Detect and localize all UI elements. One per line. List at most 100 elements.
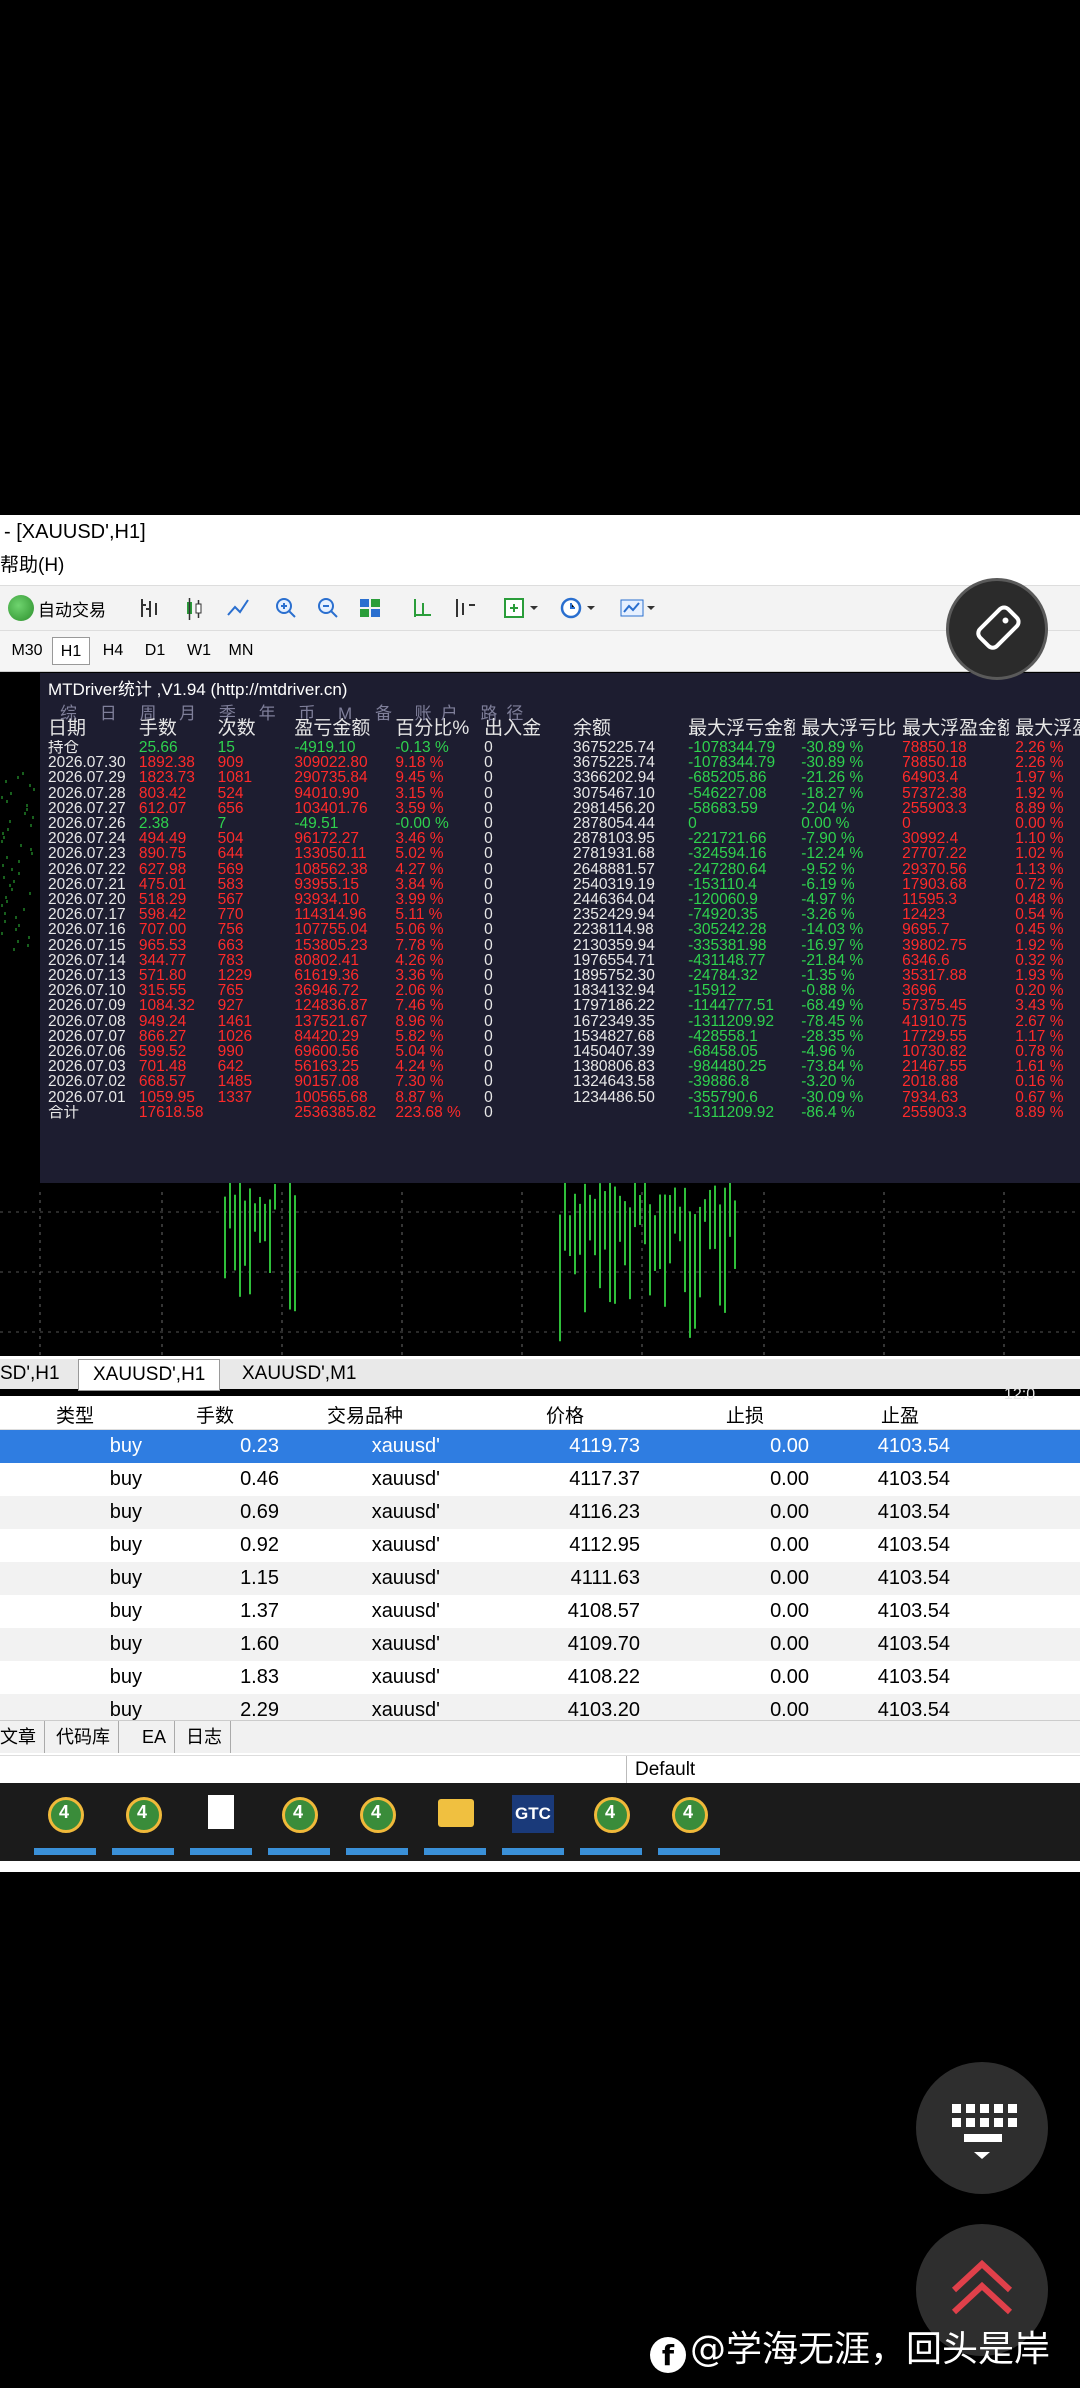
tf-button[interactable]: W1 bbox=[180, 637, 218, 665]
order-cell: buy bbox=[109, 1600, 142, 1622]
periods-icon[interactable] bbox=[556, 592, 602, 624]
taskbar-app-button[interactable]: GTC bbox=[502, 1791, 564, 1855]
terminal-tab[interactable]: EA bbox=[142, 1721, 176, 1753]
order-row[interactable]: buy 0.92 xauusd' 4112.95 0.00 4103.54 bbox=[0, 1529, 1080, 1562]
menu-help[interactable]: 帮助(H) bbox=[0, 551, 1080, 581]
chart-tab[interactable]: SD',H1 bbox=[0, 1359, 60, 1389]
stats-cell: 30992.4 bbox=[902, 831, 959, 847]
stats-header-cell[interactable]: 手数 bbox=[133, 718, 212, 740]
stats-header-cell[interactable]: 最大浮盈金额 bbox=[896, 718, 1009, 740]
terminal-tab[interactable]: 代码库 bbox=[56, 1721, 119, 1753]
chart-tab-active[interactable]: XAUUSD',H1 bbox=[78, 1359, 221, 1391]
terminal-tab[interactable]: 文章 bbox=[0, 1721, 45, 1753]
stats-row: 2026.07.15 965.53 663 153805.23 7.78 % 0 21303… bbox=[42, 938, 1080, 953]
stats-header-cell[interactable]: 最大浮亏金额 bbox=[682, 718, 795, 740]
tile-windows-icon[interactable] bbox=[354, 592, 386, 624]
order-cell: 4112.95 bbox=[569, 1534, 640, 1556]
stats-header-cell[interactable]: 最大浮盈比 bbox=[1009, 718, 1080, 740]
stats-header-cell[interactable]: 最大浮亏比 bbox=[795, 718, 896, 740]
stats-cell: -15912 bbox=[688, 983, 737, 999]
line-chart-icon[interactable] bbox=[222, 592, 254, 624]
taskbar-app-button[interactable]: 4 bbox=[34, 1791, 96, 1855]
chart-shift-icon[interactable] bbox=[406, 592, 438, 624]
stats-cell: 39802.75 bbox=[902, 937, 967, 953]
tf-button[interactable]: M30 bbox=[8, 637, 46, 665]
orders-header-cell[interactable]: 止盈 bbox=[810, 1399, 990, 1430]
tf-button[interactable]: D1 bbox=[136, 637, 174, 665]
order-row[interactable]: buy 0.23 xauusd' 4119.73 0.00 4103.54 bbox=[0, 1429, 1080, 1463]
stats-cell: 0 bbox=[484, 800, 493, 817]
orders-header-cell[interactable]: 手数 bbox=[150, 1399, 280, 1430]
stats-header-cell[interactable]: 日期 bbox=[42, 718, 133, 740]
stats-cell: 2026.07.21 bbox=[48, 876, 126, 893]
stats-cell: 2026.07.13 bbox=[48, 968, 126, 984]
orders-header-cell[interactable]: 交易品种 bbox=[280, 1399, 450, 1430]
taskbar-app-button[interactable] bbox=[190, 1791, 252, 1855]
auto-trade-button[interactable]: 自动交易 bbox=[2, 592, 112, 624]
order-row[interactable]: buy 0.46 xauusd' 4117.37 0.00 4103.54 bbox=[0, 1463, 1080, 1496]
order-cell: 4103.54 bbox=[877, 1600, 950, 1622]
stats-cell: 5.06 % bbox=[395, 922, 444, 938]
order-row[interactable]: buy 1.83 xauusd' 4108.22 0.00 4103.54 bbox=[0, 1661, 1080, 1694]
taskbar-app-button[interactable]: 4 bbox=[112, 1791, 174, 1855]
taskbar-app-button[interactable]: 4 bbox=[580, 1791, 642, 1855]
tf-button-selected[interactable]: H1 bbox=[52, 637, 90, 665]
zoom-out-icon[interactable] bbox=[312, 592, 344, 624]
stats-header-cell[interactable]: 出入金 bbox=[478, 718, 567, 740]
price-chart[interactable]: MTDriver统计 ,V1.94 (http://mtdriver.cn) 综… bbox=[0, 672, 1080, 1356]
stats-cell: 2536385.82 bbox=[294, 1104, 377, 1121]
order-row[interactable]: buy 1.37 xauusd' 4108.57 0.00 4103.54 bbox=[0, 1595, 1080, 1628]
stats-cell: -4.97 % bbox=[801, 892, 855, 908]
order-cell: 1.15 bbox=[150, 1562, 280, 1595]
stats-cell: 1485 bbox=[217, 1074, 253, 1090]
stats-header-cell[interactable]: 百分比% bbox=[389, 718, 478, 740]
zoom-in-icon[interactable] bbox=[270, 592, 302, 624]
stats-cell: -68.49 % bbox=[801, 998, 864, 1014]
stats-row: 2026.07.02 668.57 1485 90157.08 7.30 % 0 13246… bbox=[42, 1074, 1080, 1089]
stats-header-cell[interactable]: 余额 bbox=[567, 718, 682, 740]
stats-header-cell[interactable]: 盈亏金额 bbox=[288, 718, 389, 740]
tf-button[interactable]: H4 bbox=[94, 637, 132, 665]
order-row[interactable]: buy 0.69 xauusd' 4116.23 0.00 4103.54 bbox=[0, 1496, 1080, 1529]
orders-header-cell[interactable]: 止损 bbox=[680, 1399, 810, 1430]
stats-cell bbox=[567, 1105, 682, 1120]
stats-cell: 69600.56 bbox=[294, 1044, 360, 1060]
stats-cell: -2.04 % bbox=[801, 800, 855, 817]
stats-cell: 0 bbox=[484, 816, 493, 832]
templates-icon[interactable] bbox=[616, 592, 662, 624]
taskbar-app-button[interactable]: 4 bbox=[658, 1791, 720, 1855]
metatrader-icon: 4 bbox=[672, 1797, 708, 1833]
stats-row: 2026.07.26 2.38 7 -49.51 -0.00 % 0 2878054.44 0… bbox=[42, 816, 1080, 831]
stats-cell: 1.61 % bbox=[1015, 1059, 1064, 1075]
assistive-ball-button[interactable] bbox=[946, 578, 1048, 680]
order-row[interactable]: buy 1.60 xauusd' 4109.70 0.00 4103.54 bbox=[0, 1628, 1080, 1661]
stats-cell: 569 bbox=[217, 861, 244, 877]
orders-header-cell[interactable]: 类型 bbox=[0, 1399, 150, 1430]
taskbar-indicator bbox=[658, 1848, 720, 1855]
taskbar-app-button[interactable]: 4 bbox=[268, 1791, 330, 1855]
bar-chart-icon[interactable] bbox=[134, 592, 166, 624]
stats-cell: 1324643.58 bbox=[573, 1074, 655, 1090]
stats-header-cell[interactable]: 次数 bbox=[212, 718, 289, 740]
order-cell bbox=[990, 1595, 1080, 1628]
order-cell: buy bbox=[109, 1666, 142, 1688]
keyboard-button[interactable] bbox=[916, 2062, 1048, 2194]
autoscroll-icon[interactable] bbox=[448, 592, 480, 624]
taskbar-app-button[interactable]: 4 bbox=[346, 1791, 408, 1855]
orders-header-cell[interactable]: 价格 bbox=[450, 1399, 680, 1430]
order-row[interactable]: buy 1.15 xauusd' 4111.63 0.00 4103.54 bbox=[0, 1562, 1080, 1595]
taskbar-app-button[interactable] bbox=[424, 1791, 486, 1855]
stats-cell: 2026.07.30 bbox=[48, 755, 126, 771]
indicators-icon[interactable] bbox=[500, 592, 544, 624]
tf-button[interactable]: MN bbox=[222, 637, 260, 665]
stats-cell: 701.48 bbox=[138, 1059, 187, 1075]
terminal-tab[interactable]: 日志 bbox=[186, 1721, 231, 1753]
order-cell: 0.23 bbox=[150, 1429, 280, 1463]
candle-chart-icon[interactable] bbox=[178, 592, 210, 624]
auto-trade-icon bbox=[8, 595, 34, 621]
stats-cell: 12423 bbox=[902, 907, 946, 923]
stats-cell: 64903.4 bbox=[902, 770, 959, 786]
stats-cell: 3.59 % bbox=[395, 800, 444, 817]
chart-tab[interactable]: XAUUSD',M1 bbox=[242, 1359, 356, 1389]
stats-cell: 707.00 bbox=[138, 922, 187, 938]
